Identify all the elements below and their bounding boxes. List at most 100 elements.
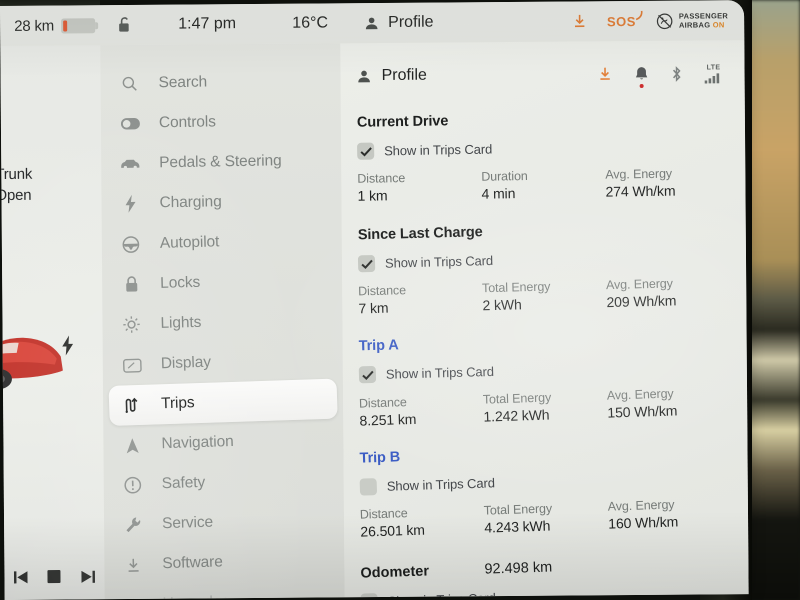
stat-value: 209 Wh/km <box>606 292 677 311</box>
temperature-control[interactable]: 16°C <box>262 3 358 44</box>
sos-button[interactable]: SOS <box>606 10 643 29</box>
section-heading: Current Drive <box>356 113 449 131</box>
stat-label: Distance <box>357 171 406 186</box>
charge-bolt-icon <box>62 335 74 356</box>
battery-status[interactable]: 28 km <box>0 17 96 35</box>
sidebar-item-label: Locks <box>159 273 201 292</box>
sidebar-item-charging[interactable]: Charging <box>107 180 336 224</box>
lock-icon <box>120 275 142 294</box>
checkbox-unchecked-icon[interactable] <box>360 593 379 598</box>
stat-label: Total Energy <box>482 390 552 407</box>
content-header: Profile LTE <box>356 58 722 91</box>
show-in-trips-card-toggle[interactable]: Show in Trips Card <box>357 246 724 273</box>
sidebar-item-label: Charging <box>159 193 222 212</box>
navigation-arrow-icon <box>121 436 144 454</box>
software-download-icon[interactable] <box>572 13 587 29</box>
sidebar-item-lights[interactable]: Lights <box>108 299 337 345</box>
show-in-trips-card-toggle[interactable]: Show in Trips Card <box>358 357 725 384</box>
wrench-icon <box>122 516 145 535</box>
checkbox-label: Show in Trips Card <box>386 475 496 494</box>
sidebar-item-label: Search <box>158 73 208 92</box>
sidebar-item-label: Software <box>162 553 224 573</box>
stop-icon[interactable] <box>47 570 62 584</box>
stat-label: Avg. Energy <box>605 166 673 182</box>
stat-avg-energy: Avg. Energy 274 Wh/km <box>605 167 675 200</box>
bell-icon[interactable] <box>634 66 648 88</box>
media-controls[interactable] <box>4 559 104 594</box>
range-label: 28 km <box>14 17 55 35</box>
checkbox-unchecked-icon[interactable] <box>359 478 378 496</box>
sos-label: SOS <box>606 13 636 29</box>
stat-label: Avg. Energy <box>605 276 673 293</box>
checkbox-checked-icon[interactable] <box>357 142 375 160</box>
sidebar-item-label: Display <box>160 353 212 373</box>
stat-value: 4.243 kWh <box>484 517 551 536</box>
sidebar-item-label: Lights <box>160 313 202 332</box>
sidebar-item-label: Autopilot <box>159 233 220 252</box>
sidebar-item-autopilot[interactable]: Autopilot <box>107 219 336 265</box>
trunk-alert-line-1: Trunk <box>0 165 33 184</box>
stat-value: 4 min <box>481 185 516 202</box>
stat-value: 1.242 kWh <box>483 406 550 425</box>
profile-button[interactable]: Profile <box>358 3 434 44</box>
stat-value: 150 Wh/km <box>607 402 678 421</box>
person-icon <box>358 70 370 82</box>
sidebar-item-label: Trips <box>160 394 195 413</box>
notification-badge <box>639 83 644 88</box>
temperature-label: 16°C <box>292 14 329 32</box>
lock-status-button[interactable] <box>96 5 152 45</box>
vehicle-visualization-panel[interactable]: Trunk Open <box>0 45 105 600</box>
clock[interactable]: 1:47 pm <box>152 4 262 45</box>
sidebar-item-controls[interactable]: Controls <box>107 100 336 144</box>
trip-b-name-button[interactable]: Trip B <box>359 439 725 466</box>
section-trip-a: Trip A Show in Trips Card Distance 8.251… <box>358 329 726 428</box>
stat-label: Avg. Energy <box>607 497 675 514</box>
show-in-trips-card-toggle[interactable]: Show in Trips Card <box>359 467 726 496</box>
checkbox-checked-icon[interactable] <box>357 254 376 273</box>
skip-next-icon[interactable] <box>80 570 95 583</box>
stat-total-energy: Total Energy 4.243 kWh <box>484 500 609 536</box>
show-in-trips-card-toggle[interactable]: Show in Trips Card <box>357 137 723 160</box>
trip-a-name-button[interactable]: Trip A <box>359 329 725 354</box>
stat-label: Avg. Energy <box>606 386 674 403</box>
trunk-alert-line-2: Open <box>0 186 32 205</box>
sidebar-item-label: Controls <box>158 113 216 132</box>
checkbox-checked-icon[interactable] <box>358 365 377 384</box>
sidebar-item-locks[interactable]: Locks <box>108 259 337 305</box>
stats-row: Distance 26.501 km Total Energy 4.243 kW… <box>360 496 727 540</box>
checkbox-label: Show in Trips Card <box>387 590 495 597</box>
stat-duration: Duration 4 min <box>481 168 606 202</box>
search-icon <box>118 76 140 92</box>
page-title: Profile <box>381 66 427 85</box>
stat-avg-energy: Avg. Energy 209 Wh/km <box>606 276 677 310</box>
trips-settings-panel: Profile LTE Current Drive Show in Trips … <box>340 40 749 598</box>
stat-value: 7 km <box>358 299 389 317</box>
stat-total-energy: Total Energy 2 kWh <box>482 278 607 314</box>
lte-signal-icon[interactable]: LTE <box>704 64 722 83</box>
stat-distance: Distance 7 km <box>358 281 483 316</box>
stat-value: 274 Wh/km <box>605 182 676 200</box>
stats-row: Distance 7 km Total Energy 2 kWh Avg. En… <box>358 275 725 316</box>
profile-title[interactable]: Profile <box>356 66 427 86</box>
skip-previous-icon[interactable] <box>14 570 29 583</box>
warning-icon <box>122 476 145 495</box>
stat-value: 8.251 km <box>359 410 417 429</box>
stat-distance: Distance 1 km <box>357 170 482 204</box>
bluetooth-icon[interactable] <box>670 65 682 82</box>
stats-row: Distance 8.251 km Total Energy 1.242 kWh… <box>359 385 726 429</box>
trunk-open-alert: Trunk Open <box>0 164 32 206</box>
airbag-state: ON <box>712 20 725 30</box>
stat-label: Duration <box>481 168 528 184</box>
airbag-line-2: AIRBAG <box>678 20 711 30</box>
airbag-line-1: PASSENGER <box>678 11 729 21</box>
sidebar-item-label: Safety <box>161 473 206 493</box>
tesla-touchscreen: 28 km 1:47 pm 16°C Profile SOS PASSENGER… <box>0 0 749 600</box>
settings-sidebar[interactable]: Search Controls Pedals & Steering Chargi… <box>100 43 345 600</box>
sidebar-item-label: Pedals & Steering <box>159 152 282 172</box>
car-icon <box>119 158 141 170</box>
sidebar-item-search[interactable]: Search <box>106 60 335 104</box>
stats-row: Distance 1 km Duration 4 min Avg. Energy… <box>357 166 723 204</box>
sidebar-item-pedals-steering[interactable]: Pedals & Steering <box>107 140 336 184</box>
stat-value: 1 km <box>357 187 388 204</box>
software-download-icon[interactable] <box>597 66 612 82</box>
